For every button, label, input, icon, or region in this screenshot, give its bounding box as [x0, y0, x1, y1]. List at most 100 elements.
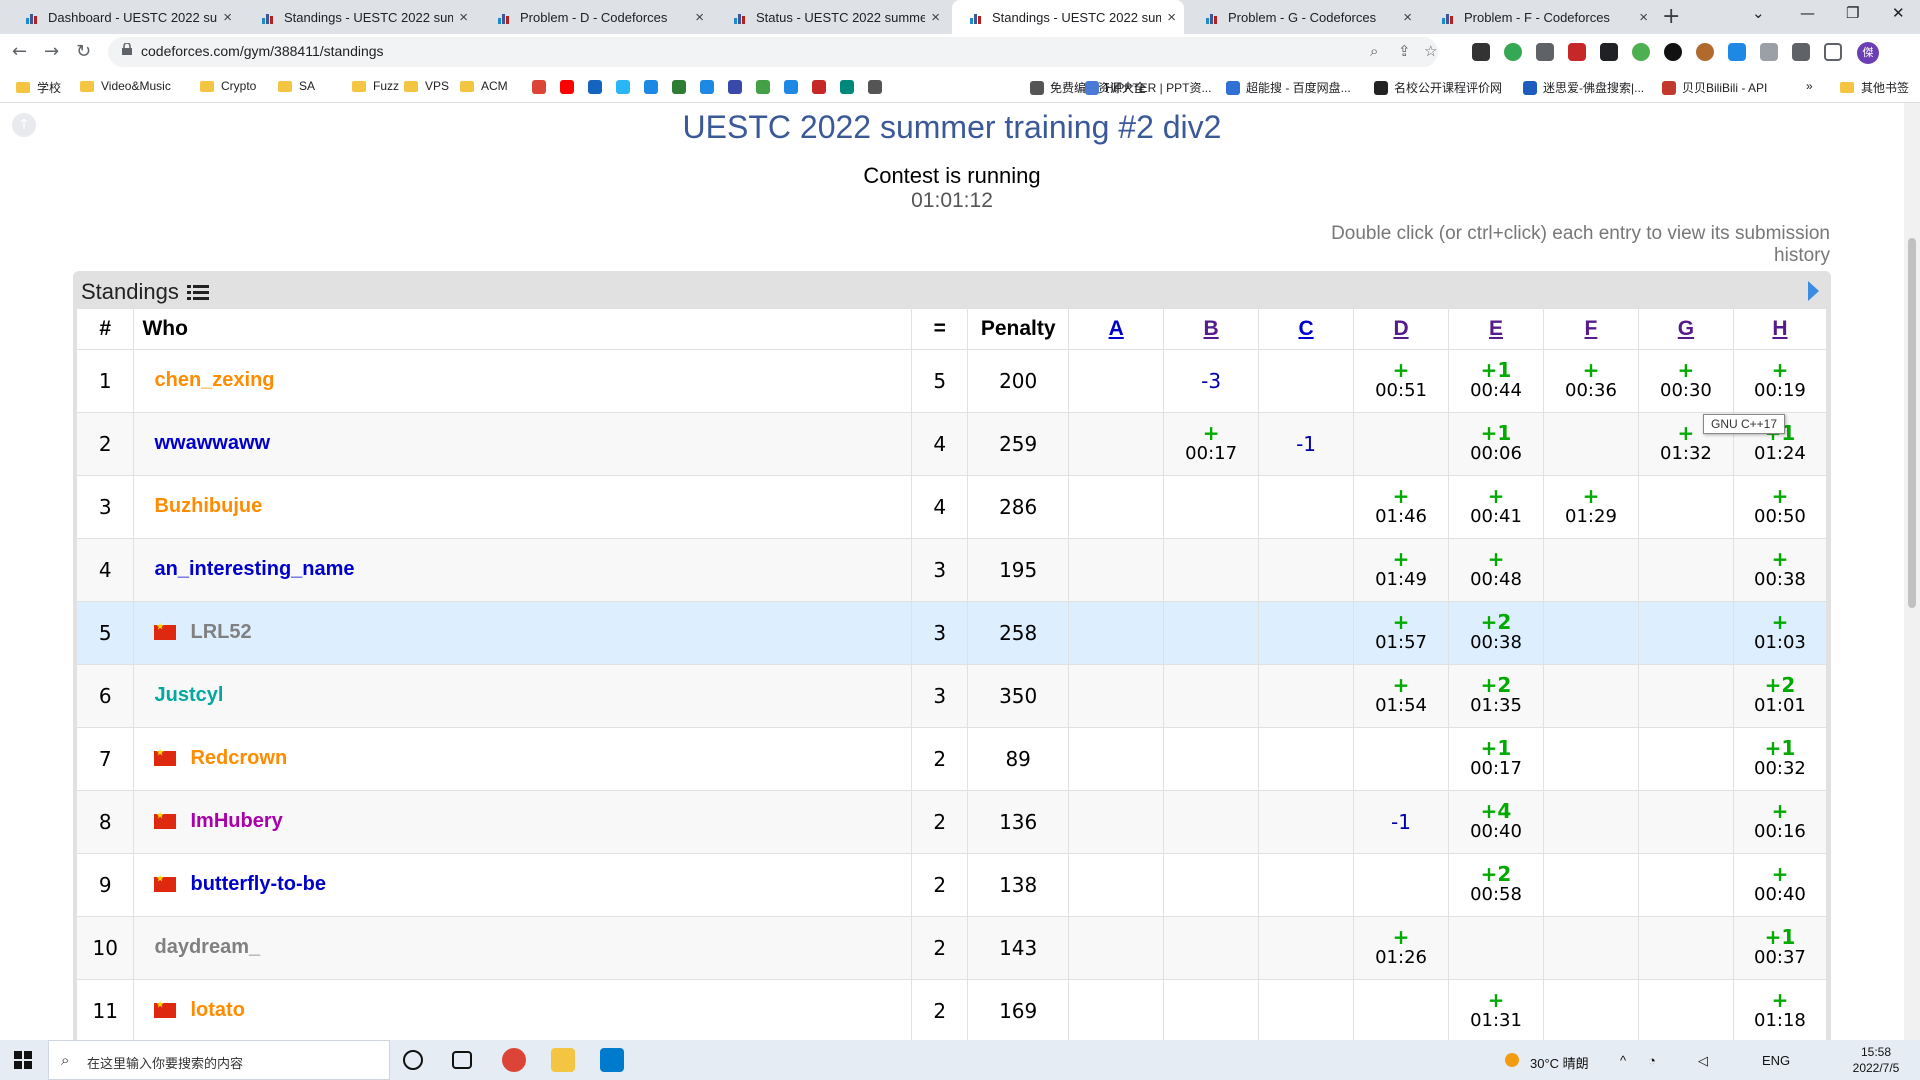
play-extension-icon[interactable]: [1600, 43, 1618, 61]
problem-result-cell[interactable]: [1068, 915, 1165, 979]
bookmark-site-icon[interactable]: [812, 80, 826, 94]
back-icon[interactable]: ←: [12, 41, 27, 62]
problem-result-cell[interactable]: [1068, 789, 1165, 853]
close-tab-icon[interactable]: ×: [931, 9, 940, 26]
problem-result-cell[interactable]: [1448, 915, 1544, 979]
problem-result-cell[interactable]: [1258, 600, 1355, 664]
participant-name-link[interactable]: Redcrown: [190, 747, 287, 769]
browser-tab[interactable]: Standings - UESTC 2022 summ ×: [952, 0, 1184, 34]
problem-result-cell[interactable]: +1 00:37: [1733, 915, 1828, 979]
table-row[interactable]: 4 an_interesting_name 3 195 +01:49 +00:48 +00:…: [77, 537, 1828, 601]
problem-result-cell[interactable]: [1258, 537, 1355, 601]
table-row[interactable]: 6 Justcyl 3 350 +01:54 +2 01:35 +2 01:01: [77, 663, 1828, 727]
col-problem-e[interactable]: E: [1448, 309, 1544, 349]
bookmark-site-icon[interactable]: [588, 80, 602, 94]
problem-result-cell[interactable]: +2 01:01: [1733, 663, 1828, 727]
problem-result-cell[interactable]: [1353, 726, 1450, 790]
cortana-icon[interactable]: [403, 1050, 423, 1070]
table-row[interactable]: 2 wwawwaww 4259 +00:17 -1 +100:06 +01:32 +1 01:2…: [77, 411, 1828, 475]
problem-result-cell[interactable]: [1258, 852, 1355, 916]
file-explorer-icon[interactable]: [551, 1048, 575, 1072]
bookmark-site-icon[interactable]: [868, 80, 882, 94]
bookmark-folder[interactable]: 其他书签: [1840, 79, 1909, 96]
problem-result-cell[interactable]: [1163, 537, 1260, 601]
problem-result-cell[interactable]: +00:51: [1353, 348, 1450, 412]
bookmark-site-icon[interactable]: [700, 80, 714, 94]
col-problem-h[interactable]: H: [1733, 309, 1828, 349]
table-row[interactable]: 3 Buzhibujue 4 286 +01:46 +00:41 +01:29 +00:50: [77, 474, 1828, 538]
bookmark-site-icon[interactable]: [532, 80, 546, 94]
tray-chevron-icon[interactable]: ^: [1620, 1053, 1626, 1068]
problem-result-cell[interactable]: -1: [1353, 789, 1450, 853]
extension-icon[interactable]: [1632, 43, 1650, 61]
chrome-icon[interactable]: [502, 1048, 526, 1072]
problem-result-cell[interactable]: +2 01:35: [1448, 663, 1544, 727]
problem-result-cell[interactable]: -3: [1163, 348, 1260, 412]
problem-result-cell[interactable]: +01:18: [1733, 978, 1828, 1040]
table-row[interactable]: 9 butterfly-to-be 2138 +200:58 +00:40: [77, 852, 1828, 916]
side-panel-icon[interactable]: [1824, 43, 1842, 61]
new-tab-icon[interactable]: +: [1662, 4, 1680, 29]
windows-start-icon[interactable]: [14, 1051, 32, 1069]
close-tab-icon[interactable]: ×: [223, 9, 232, 26]
problem-result-cell[interactable]: [1068, 663, 1165, 727]
problem-link[interactable]: B: [1204, 317, 1219, 340]
problem-link[interactable]: H: [1772, 317, 1787, 340]
expand-right-icon[interactable]: [1808, 281, 1819, 301]
bookmark-link[interactable]: 贝贝BiliBili - API: [1662, 79, 1767, 96]
problem-result-cell[interactable]: +1 00:32: [1733, 726, 1828, 790]
scrollbar-thumb[interactable]: [1908, 238, 1916, 608]
close-tab-icon[interactable]: ×: [1403, 9, 1412, 26]
problem-result-cell[interactable]: [1543, 978, 1639, 1040]
problem-result-cell[interactable]: [1543, 852, 1639, 916]
bookmark-link[interactable]: 超能搜 - 百度网盘...: [1226, 79, 1351, 96]
bookmark-site-icon[interactable]: [784, 80, 798, 94]
problem-result-cell[interactable]: [1638, 474, 1734, 538]
extension-icon[interactable]: [1536, 43, 1554, 61]
problem-result-cell[interactable]: [1163, 789, 1260, 853]
bookmark-site-icon[interactable]: [672, 80, 686, 94]
close-tab-icon[interactable]: ×: [459, 9, 468, 26]
participant-name-link[interactable]: an_interesting_name: [154, 558, 354, 580]
participant-name-link[interactable]: wwawwaww: [154, 432, 270, 454]
browser-tab[interactable]: Problem - G - Codeforces ×: [1188, 0, 1420, 34]
task-view-icon[interactable]: [452, 1051, 472, 1069]
problem-result-cell[interactable]: +01:31: [1448, 978, 1544, 1040]
problem-link[interactable]: G: [1678, 317, 1694, 340]
list-icon[interactable]: [186, 284, 209, 300]
problem-result-cell[interactable]: +00:30: [1638, 348, 1734, 412]
cookie-extension-icon[interactable]: [1696, 43, 1714, 61]
col-problem-f[interactable]: F: [1543, 309, 1639, 349]
input-language[interactable]: ENG: [1762, 1053, 1790, 1068]
problem-result-cell[interactable]: +2 00:38: [1448, 600, 1544, 664]
bookmark-site-icon[interactable]: [728, 80, 742, 94]
participant-name-link[interactable]: lotato: [190, 999, 244, 1021]
problem-result-cell[interactable]: [1068, 537, 1165, 601]
col-problem-g[interactable]: G: [1638, 309, 1734, 349]
problem-result-cell[interactable]: [1543, 411, 1639, 475]
problem-result-cell[interactable]: +1 00:06: [1448, 411, 1544, 475]
problem-result-cell[interactable]: [1543, 600, 1639, 664]
problem-result-cell[interactable]: [1353, 852, 1450, 916]
col-problem-a[interactable]: A: [1068, 309, 1165, 349]
table-row[interactable]: 11lotato2169+01:31+01:18: [77, 978, 1828, 1040]
problem-result-cell[interactable]: [1163, 474, 1260, 538]
problem-result-cell[interactable]: +1 00:44: [1448, 348, 1544, 412]
problem-result-cell[interactable]: +00:40: [1733, 852, 1828, 916]
problem-result-cell[interactable]: +01:54: [1353, 663, 1450, 727]
minimize-icon[interactable]: —: [1800, 4, 1815, 22]
problem-result-cell[interactable]: [1543, 726, 1639, 790]
problem-result-cell[interactable]: [1543, 789, 1639, 853]
extension-icon[interactable]: [1760, 43, 1778, 61]
problem-result-cell[interactable]: +00:48: [1448, 537, 1544, 601]
participant-name-link[interactable]: ImHubery: [190, 810, 282, 832]
problem-result-cell[interactable]: +00:19: [1733, 348, 1828, 412]
problem-result-cell[interactable]: -1: [1258, 411, 1355, 475]
problem-link[interactable]: D: [1393, 317, 1408, 340]
table-row[interactable]: 1 chen_zexing 5 200 -3 +00:51 +1 00:44 +00:36 +00…: [77, 348, 1828, 412]
more-bookmarks-icon[interactable]: »: [1806, 79, 1813, 93]
problem-result-cell[interactable]: +00:41: [1448, 474, 1544, 538]
table-row[interactable]: 8 ImHubery 2136 -1 +400:40 +00:16: [77, 789, 1828, 853]
participant-name-link[interactable]: chen_zexing: [154, 369, 274, 391]
problem-result-cell[interactable]: +01:57: [1353, 600, 1450, 664]
